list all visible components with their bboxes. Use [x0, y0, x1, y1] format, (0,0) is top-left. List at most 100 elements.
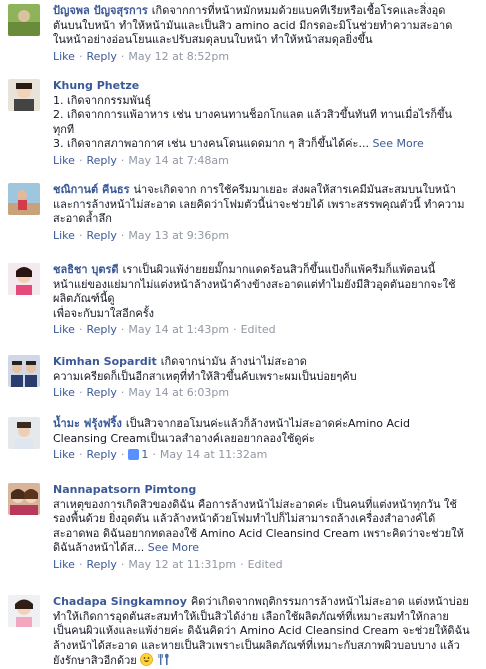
comment-author[interactable]: Chadapa Singkamnoy	[53, 595, 187, 608]
comment-timestamp[interactable]: May 14 at 6:03pm	[128, 386, 229, 399]
comment-author[interactable]: น้ำมะ ฟรุ้งฟริ้ง	[53, 417, 122, 430]
reply-link[interactable]: Reply	[86, 558, 116, 571]
comment: ชณิกานต์ คีนธร น่าจะเกิดจาก การใช้ครีมมาเ…	[0, 177, 486, 257]
comment-text: เป็นสิวจากฮอโมนค่ะแล้วก็ล้างหน้าไม่สะอาด…	[125, 417, 410, 430]
thumbs-up-icon	[128, 449, 140, 460]
like-link[interactable]: Like	[53, 558, 75, 571]
separator: ·	[120, 153, 125, 167]
comment-text: น่าจะเกิดจาก การใช้ครีมมาเยอะ ส่งผลให้สา…	[133, 183, 456, 196]
comment-text: สาเหตุของการเกิดสิวของดิฉัน คือการล้างหน…	[53, 497, 457, 511]
comment-actions: Like · Reply · May 12 at 11:31pm · Edited	[53, 557, 478, 577]
comment-actions: Like · Reply · May 12 at 8:52pm	[53, 49, 478, 69]
reply-link[interactable]: Reply	[86, 50, 116, 63]
like-link[interactable]: Like	[53, 229, 75, 242]
comment-text: 1. เกิดจากกรรมพันธุ์	[53, 93, 152, 107]
edited-label[interactable]: Edited	[241, 323, 276, 336]
like-link[interactable]: Like	[53, 154, 75, 167]
comment-timestamp[interactable]: May 13 at 9:36pm	[128, 229, 229, 242]
comment-text-tail: ดิฉันล้างหน้าได้ส...	[53, 541, 145, 554]
comment-timestamp[interactable]: May 12 at 11:31pm	[128, 558, 236, 571]
separator: ·	[120, 386, 125, 399]
comment-actions: Like · Reply · May 14 at 6:03pm	[53, 385, 478, 405]
avatar[interactable]	[8, 79, 40, 111]
comment-text: ยังรักษาสิวอีกด้วย	[53, 653, 478, 669]
comment-text: 2. เกิดจากการแพ้อาหาร เช่น บางคนทานช็อกโ…	[53, 108, 453, 121]
comment-actions: Like · Reply · May 14 at 7:48am	[53, 153, 478, 173]
comment-timestamp[interactable]: May 12 at 8:52pm	[128, 50, 229, 63]
like-link[interactable]: Like	[53, 50, 75, 63]
reply-link[interactable]: Reply	[86, 323, 116, 336]
avatar[interactable]	[8, 263, 40, 295]
like-link[interactable]: Like	[53, 323, 75, 336]
reply-link[interactable]: Reply	[86, 386, 116, 399]
see-more-link[interactable]: See More	[148, 541, 199, 554]
comment-list: ปัญจพล ปัญจสุรการ เกิดจากการที่หน้าหมักหม…	[0, 0, 486, 669]
comment-text: ตันบนใบหน้า ทำให้หน้ามันและเป็นสิว amino…	[53, 18, 453, 32]
see-more-link[interactable]: See More	[372, 137, 423, 150]
comment-text-tail: 3. เกิดจากสภาพอากาศ เช่น บางคนโดนแดดมาก …	[53, 137, 369, 150]
comment-author[interactable]: Nannapatsorn Pimtong	[53, 483, 196, 496]
comment: Kimhan Sopardit เกิดจากน่ามัน ล้างน่าไม่ส…	[0, 349, 486, 411]
separator: ·	[152, 448, 156, 461]
separator: ·	[78, 153, 83, 167]
comment-text: และการล้างหน้าไม่สะอาด เลยคิดว่าโฟมตัวนี…	[53, 197, 465, 211]
comment-author[interactable]: ปัญจพล ปัญจสุรการ	[53, 4, 148, 17]
reply-link[interactable]: Reply	[86, 154, 116, 167]
comment-text: เราเป็นผิวแพ้ง่ายยยมั๊กมากแดดร้อนสิวก็ขึ…	[122, 263, 436, 276]
avatar[interactable]	[8, 4, 40, 36]
comment: Chadapa Singkamnoy คิดว่าเกิดจากพฤติกรรมก…	[0, 587, 486, 669]
comment-text: ทุกที	[53, 122, 75, 136]
comment-text: ทำให้เกิดการอุดตันสะสมทำให้เป็นสิวได้ง่า…	[53, 609, 449, 623]
avatar[interactable]	[8, 595, 40, 627]
like-count-value: 1	[141, 448, 149, 461]
comment: Khung Phetze 1. เกิดจากกรรมพันธุ์ 2. เกิ…	[0, 71, 486, 177]
comment-author[interactable]: Kimhan Sopardit	[53, 355, 157, 368]
comment-text-tail: ยังรักษาสิวอีกด้วย	[53, 654, 137, 667]
avatar[interactable]	[8, 483, 40, 515]
reply-link[interactable]: Reply	[86, 229, 116, 242]
comment-author[interactable]: ชลธิชา บุตรดี	[53, 263, 119, 276]
comment-text: ดิฉันล้างหน้าได้ส... See More	[53, 541, 478, 556]
comment: Nannapatsorn Pimtong สาเหตุของการเกิดสิว…	[0, 475, 486, 587]
comment-text: รองพื้นด้วย ยิ่งอุดตัน แล้วล้างหน้าด้วยโ…	[53, 512, 436, 525]
comment-actions: Like · Reply · May 14 at 1:43pm · Edited	[53, 322, 478, 342]
comment-text: เป็นคนผิวแห้งและแพ้ง่ายค่ะ ดิฉันคิดว่า A…	[53, 624, 470, 637]
separator: ·	[78, 228, 83, 242]
avatar[interactable]	[8, 183, 40, 215]
grinning-emoji-icon	[140, 653, 154, 666]
comment-text: ในหน้าอย่างอ่อนโยนและปรับสมดุลบนใบหน้า ท…	[53, 33, 373, 46]
edited-label[interactable]: Edited	[248, 558, 283, 571]
reply-link[interactable]: Reply	[86, 448, 116, 461]
utensils-icon	[158, 653, 169, 665]
comment-author[interactable]: Khung Phetze	[53, 79, 139, 92]
comment-timestamp[interactable]: May 14 at 7:48am	[128, 154, 228, 167]
comment-text: ความเครียดก็เป็นอีกสาเหตุที่ทำให้สิวขึ้น…	[53, 369, 357, 383]
comment-text: คิดว่าเกิดจากพฤติกรรมการล้างหน้าไม่สะอาด…	[190, 595, 469, 608]
separator: ·	[233, 323, 237, 336]
comment: ชลธิชา บุตรดี เราเป็นผิวแพ้ง่ายยยมั๊กมากแ…	[0, 257, 486, 349]
separator: ·	[120, 557, 125, 571]
comment: ปัญจพล ปัญจสุรการ เกิดจากการที่หน้าหมักหม…	[0, 0, 486, 71]
comment-text: ผลิตภัณฑ์นี้ดู	[53, 292, 115, 305]
separator: ·	[240, 557, 244, 571]
like-count[interactable]: 1	[128, 448, 148, 461]
comment-text-tail: Cleansing Creamเป็นเวลสำอางค์เลยอยากลองใ…	[53, 431, 315, 445]
avatar[interactable]	[8, 417, 40, 449]
comment-author[interactable]: ชณิกานต์ คีนธร	[53, 183, 130, 196]
separator: ·	[120, 323, 125, 336]
separator: ·	[78, 448, 83, 461]
like-link[interactable]: Like	[53, 448, 75, 461]
separator: ·	[78, 386, 83, 399]
comment-text: เกิดจากการที่หน้าหมักหมมด้วยแบคทีเรียหรื…	[151, 4, 446, 17]
like-link[interactable]: Like	[53, 386, 75, 399]
comment-actions: Like · Reply · 1 · May 14 at 11:32am	[53, 447, 478, 467]
avatar[interactable]	[8, 355, 40, 387]
separator: ·	[78, 323, 83, 336]
comment-text: 3. เกิดจากสภาพอากาศ เช่น บางคนโดนแดดมาก …	[53, 137, 478, 152]
comment-timestamp[interactable]: May 14 at 11:32am	[160, 448, 267, 461]
comment: น้ำมะ ฟรุ้งฟริ้ง เป็นสิวจากฮอโมนค่ะแล้วก็…	[0, 411, 486, 475]
separator: ·	[78, 557, 83, 571]
separator: ·	[120, 448, 125, 461]
comment-timestamp[interactable]: May 14 at 1:43pm	[128, 323, 229, 336]
comment-text: เพื่อจะกับมาใสอีกครั้ง	[53, 306, 155, 320]
